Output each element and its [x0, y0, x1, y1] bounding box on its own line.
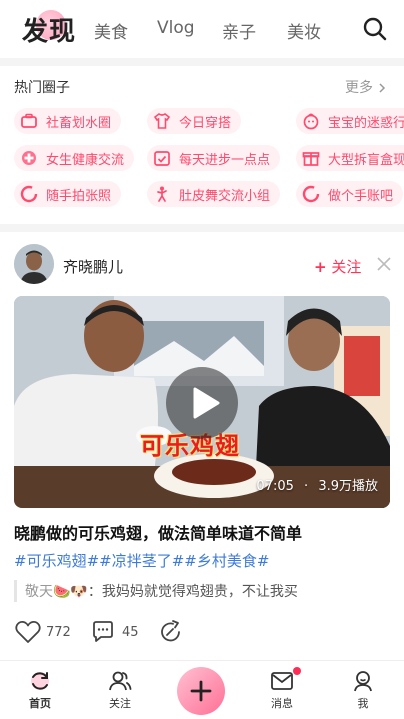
gift-box-icon	[302, 152, 320, 166]
play-button[interactable]	[166, 367, 238, 439]
circle-chip-label: 肚皮舞交流小组	[179, 188, 271, 204]
video-views: 3.9万播放	[318, 479, 378, 494]
circle-chip-journal[interactable]: 做个手账吧	[296, 181, 404, 207]
video-duration: 07:05	[256, 479, 294, 494]
nav-following[interactable]: 关注	[95, 669, 145, 711]
author-name[interactable]: 齐晓鹏儿	[63, 256, 123, 277]
nav-profile[interactable]: 我	[338, 669, 388, 711]
like-button[interactable]: 772	[14, 619, 71, 645]
comment-icon	[93, 621, 113, 642]
post-tags[interactable]: #可乐鸡翅##凉拌茎了##乡村美食#	[14, 550, 269, 571]
notebook-circle-icon	[302, 185, 320, 203]
circle-chip-label: 宝宝的迷惑行	[328, 115, 404, 131]
mail-icon	[271, 672, 293, 690]
section-divider	[0, 224, 404, 232]
top-comment[interactable]: 敬天🍉🐶 ： 我妈妈就觉得鸡翅贵，不让我买	[14, 580, 298, 602]
share-icon	[161, 620, 180, 642]
circles-title: 热门圈子	[14, 80, 70, 96]
circle-chip-label: 做个手账吧	[328, 188, 394, 204]
play-icon	[193, 387, 220, 419]
chevron-right-icon	[379, 83, 386, 93]
dance-icon	[157, 186, 167, 202]
avatar-image	[14, 244, 54, 284]
nav-following-label: 关注	[109, 697, 131, 710]
health-icon	[22, 151, 36, 165]
plus-icon: +	[314, 258, 327, 276]
nav-profile-label: 我	[357, 697, 369, 710]
circle-chip-slacking[interactable]: 社畜划水圈	[14, 108, 122, 134]
home-refresh-icon	[31, 672, 49, 690]
tab-parenting[interactable]: 亲子	[222, 18, 256, 43]
comment-count: 45	[122, 624, 139, 640]
nav-home[interactable]: 首页	[15, 669, 65, 711]
avatar[interactable]	[14, 244, 54, 284]
briefcase-icon	[21, 113, 37, 128]
nav-messages[interactable]: 消息	[257, 667, 307, 711]
section-divider	[0, 58, 404, 66]
tab-beauty[interactable]: 美妆	[287, 18, 321, 43]
comment-separator: ：	[87, 584, 102, 600]
follow-label: 关注	[331, 258, 362, 276]
search-icon[interactable]	[362, 16, 388, 42]
circle-chip-health[interactable]: 女生健康交流	[14, 145, 135, 171]
plus-icon	[190, 680, 212, 702]
follow-button[interactable]: + 关注	[314, 256, 361, 277]
circle-chip-label: 女生健康交流	[46, 152, 125, 168]
circles-more-link[interactable]: 更多	[345, 77, 387, 97]
video-stats: 07:05 · 3.9万播放	[256, 475, 378, 494]
video-player[interactable]: 可乐鸡翅 07:05 · 3.9万播放	[14, 296, 390, 508]
heart-icon	[15, 621, 41, 643]
nav-messages-label: 消息	[271, 697, 293, 710]
circle-chip-label: 每天进步一点点	[179, 152, 271, 168]
circle-chip-progress[interactable]: 每天进步一点点	[147, 145, 281, 171]
stats-separator: ·	[304, 479, 309, 494]
tab-discover[interactable]: 发现	[14, 8, 76, 50]
like-count: 772	[46, 624, 71, 640]
circle-chip-blindbox[interactable]: 大型拆盲盒现	[296, 145, 404, 171]
post-title[interactable]: 晓鹏做的可乐鸡翅，做法简单味道不简单	[14, 520, 302, 544]
calendar-check-icon	[154, 151, 170, 166]
unread-badge	[293, 667, 301, 675]
circle-chip-bellydance[interactable]: 肚皮舞交流小组	[147, 181, 281, 207]
circle-chip-outfit[interactable]: 今日穿搭	[147, 108, 242, 134]
comment-text: 我妈妈就觉得鸡翅贵，不让我买	[101, 584, 298, 600]
circle-chip-baby[interactable]: 宝宝的迷惑行	[296, 108, 404, 134]
circle-chip-photo[interactable]: 随手拍张照	[14, 181, 122, 207]
circles-more-label: 更多	[345, 80, 373, 96]
create-post-button[interactable]	[177, 667, 225, 715]
circle-chip-label: 大型拆盲盒现	[328, 152, 404, 168]
users-icon	[109, 671, 132, 691]
top-nav: 发现 美食 Vlog 亲子 美妆	[0, 0, 404, 58]
circle-chip-label: 随手拍张照	[46, 188, 112, 204]
tab-food[interactable]: 美食	[94, 18, 128, 43]
bottom-nav: 首页 关注 消息 我	[0, 660, 404, 719]
baby-face-icon	[303, 113, 319, 130]
comment-button[interactable]: 45	[90, 619, 139, 645]
circle-chip-label: 社畜划水圈	[46, 115, 112, 131]
circle-chip-label: 今日穿搭	[179, 115, 232, 131]
tshirt-icon	[153, 113, 171, 129]
nav-home-label: 首页	[29, 697, 51, 710]
camera-circle-icon	[20, 185, 38, 203]
profile-icon	[354, 671, 372, 692]
comment-user: 敬天🍉🐶	[25, 584, 88, 600]
share-button[interactable]	[158, 619, 184, 645]
tab-vlog[interactable]: Vlog	[157, 18, 195, 38]
close-icon[interactable]	[376, 256, 392, 272]
tab-discover-label: 发现	[22, 17, 77, 47]
